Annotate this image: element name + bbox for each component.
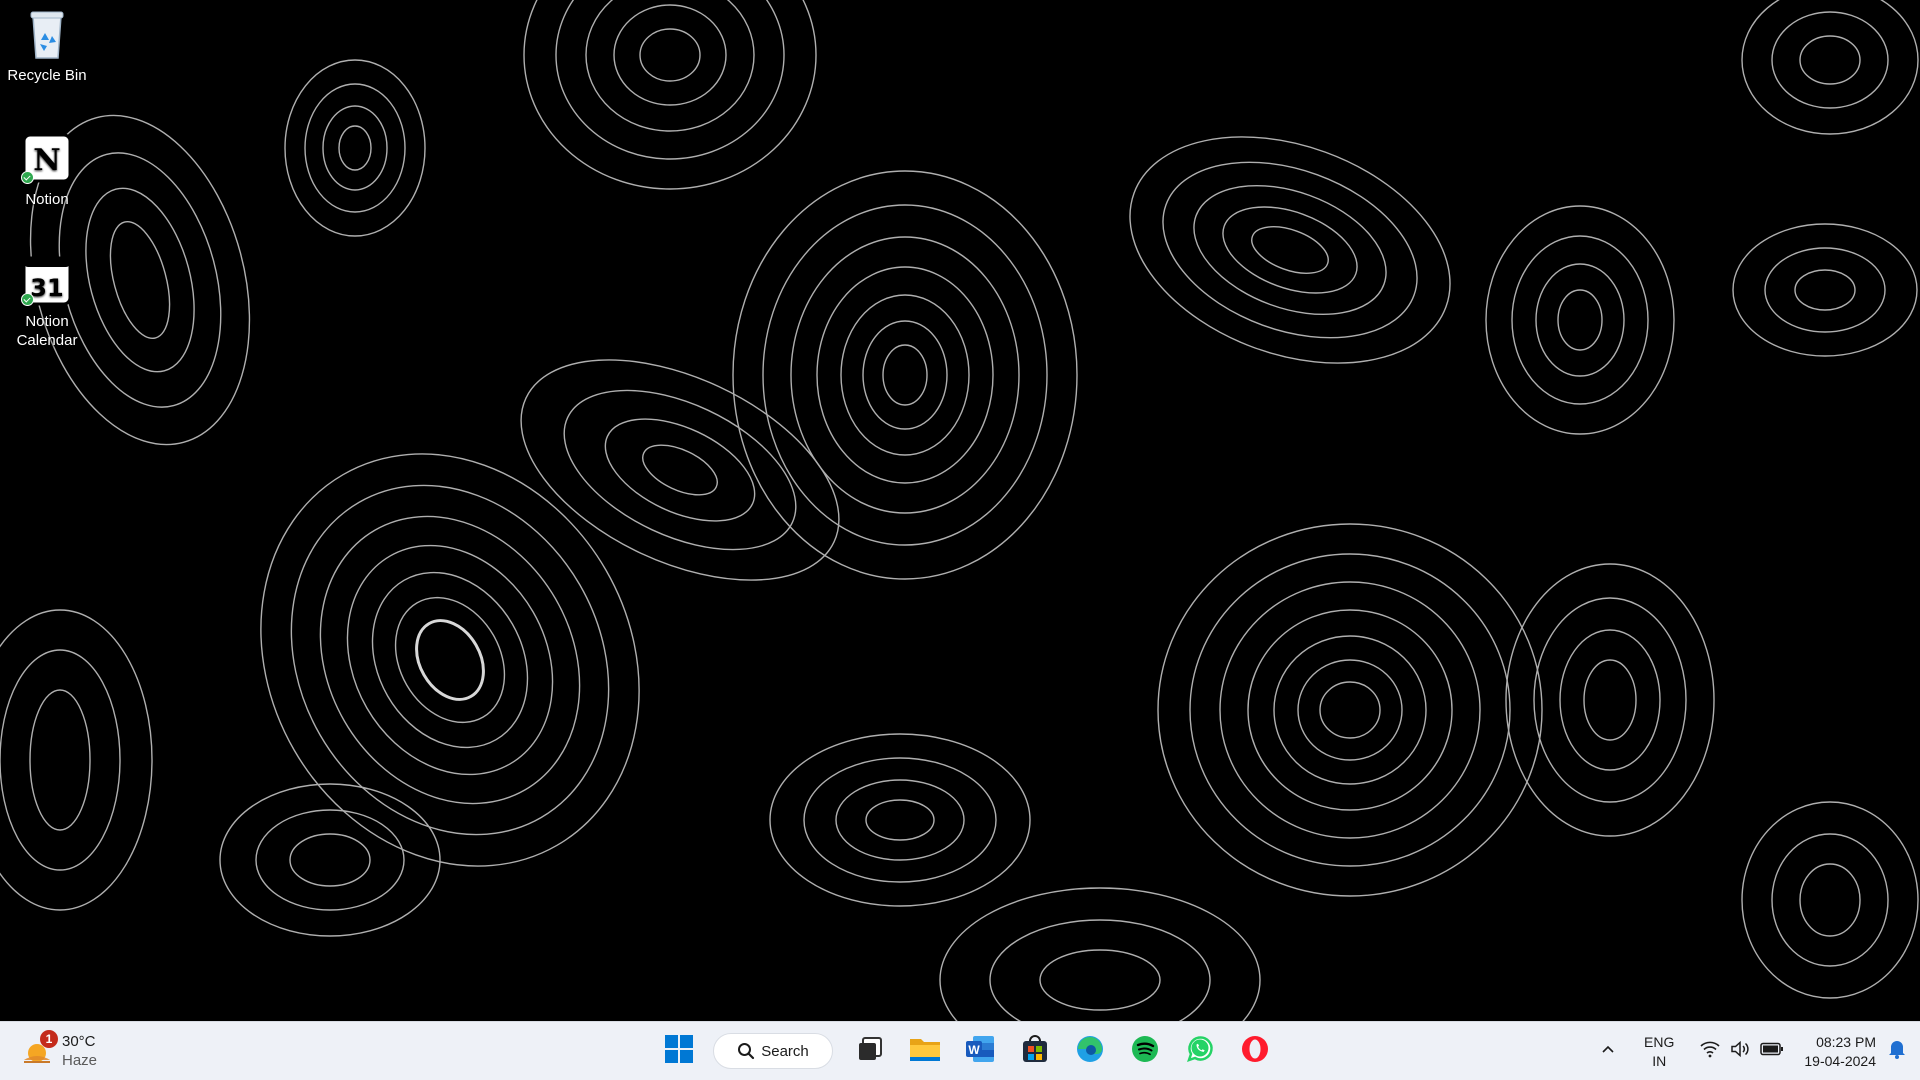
edge-button[interactable] (1065, 1028, 1115, 1074)
svg-text:N: N (33, 143, 60, 178)
search-button[interactable]: Search (713, 1033, 833, 1069)
opera-icon (1240, 1034, 1270, 1069)
spotify-icon (1130, 1034, 1160, 1069)
search-icon (737, 1042, 755, 1060)
whatsapp-icon (1185, 1034, 1215, 1069)
file-explorer-button[interactable] (900, 1028, 950, 1074)
clock-date: 19-04-2024 (1804, 1052, 1876, 1069)
topographic-wallpaper (0, 0, 1919, 1021)
show-hidden-icons-button[interactable] (1600, 1041, 1616, 1062)
recycle-bin-icon (19, 6, 75, 62)
store-button[interactable] (1010, 1028, 1060, 1074)
weather-sun-icon: 1 (20, 1030, 58, 1068)
store-icon (1020, 1034, 1050, 1069)
sync-status-icon (21, 293, 34, 306)
battery-icon (1760, 1042, 1784, 1061)
calendar-date-number: 31 (30, 274, 63, 302)
taskbar: 1 30°C Haze Search W ENG IN 08:23 PM 19-… (0, 1021, 1920, 1080)
volume-icon (1730, 1040, 1750, 1063)
spotify-button[interactable] (1120, 1028, 1170, 1074)
notification-center-button[interactable] (1888, 1039, 1906, 1064)
notification-badge: 1 (40, 1030, 58, 1048)
desktop-icon-recycle-bin[interactable]: Recycle Bin (6, 6, 88, 85)
desktop-icon-notion-calendar[interactable]: 31 Notion Calendar (6, 252, 88, 350)
search-label: Search (761, 1042, 809, 1060)
weather-temperature: 30°C (62, 1033, 96, 1050)
opera-button[interactable] (1230, 1028, 1280, 1074)
chevron-up-icon (1600, 1041, 1616, 1062)
whatsapp-button[interactable] (1175, 1028, 1225, 1074)
desktop-icon-label: Notion (25, 191, 69, 208)
system-tray: ENG IN 08:23 PM 19-04-2024 (1600, 1022, 1920, 1080)
word-letter: W (968, 1043, 980, 1057)
weather-widget[interactable]: 1 30°C Haze (20, 1030, 97, 1072)
task-view-button[interactable] (845, 1028, 895, 1074)
notion-calendar-icon: 31 (19, 252, 75, 308)
notion-icon: N (19, 130, 75, 186)
word-button[interactable]: W (955, 1028, 1005, 1074)
clock-time: 08:23 PM (1816, 1033, 1876, 1050)
word-icon: W (965, 1034, 995, 1069)
taskbar-apps: Search W (654, 1028, 1285, 1074)
language-code: ENG (1644, 1033, 1675, 1050)
clock-date-button[interactable]: 08:23 PM 19-04-2024 (1804, 1033, 1876, 1071)
task-view-icon (856, 1035, 884, 1068)
desktop-icon-notion[interactable]: N Notion (6, 130, 88, 209)
weather-condition: Haze (62, 1052, 98, 1069)
desktop[interactable]: Recycle Bin N Notion 31 Notion Calendar (0, 0, 1920, 1021)
windows-start-icon (664, 1034, 694, 1069)
desktop-icon-label: Recycle Bin (7, 67, 87, 84)
edge-icon (1075, 1034, 1105, 1069)
quick-settings-button[interactable] (1700, 1040, 1784, 1063)
input-language-button[interactable]: ENG IN (1644, 1033, 1674, 1071)
bell-icon (1888, 1039, 1906, 1064)
sync-status-icon (21, 171, 34, 184)
start-button[interactable] (654, 1028, 704, 1074)
wifi-icon (1700, 1040, 1720, 1063)
desktop-icon-label: Notion Calendar (16, 313, 78, 349)
language-region: IN (1652, 1052, 1667, 1069)
file-explorer-icon (909, 1035, 941, 1068)
